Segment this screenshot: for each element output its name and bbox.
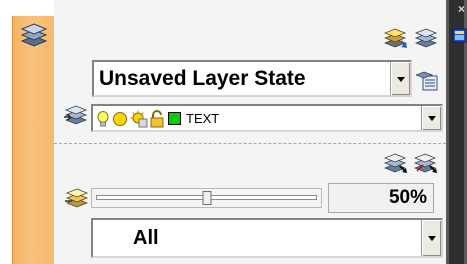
lightbulb-icon[interactable] [96,110,110,128]
current-layer-dropdown[interactable]: TEXT [91,104,443,132]
layer-filter-value: All [133,226,159,249]
lock-icon[interactable] [149,110,165,128]
layers-panel: × Unsaved Layer State TEXT 50% All [0,0,467,264]
unisolate-layer-icon[interactable] [414,152,438,174]
current-layer-name: TEXT [186,110,220,126]
current-layer-icon[interactable] [62,104,88,126]
layer-state-manager-icon[interactable] [384,27,408,49]
layer-fade-icon[interactable] [63,187,89,209]
layer-state-value: Unsaved Layer State [99,66,306,90]
layer-filter-dropdown[interactable]: All [91,218,443,258]
layer-properties-icon[interactable] [414,27,438,49]
isolate-layer-icon[interactable] [384,152,408,174]
restore-layer-state-icon[interactable] [416,70,440,92]
freeze-sun-icon[interactable] [112,111,128,127]
chevron-down-icon[interactable] [421,106,441,130]
layer-state-dropdown[interactable]: Unsaved Layer State [92,60,412,97]
chevron-down-icon[interactable] [390,62,410,95]
panel-title-strip[interactable] [12,16,55,264]
layer-stack-icon [20,23,48,47]
layer-fade-slider[interactable] [91,188,322,208]
viewport-freeze-icon[interactable] [130,110,148,128]
chevron-down-icon[interactable] [421,220,441,256]
fade-percent-field[interactable]: 50% [328,183,434,213]
properties-palette-icon[interactable] [452,28,467,43]
section-divider [54,143,446,144]
close-icon[interactable]: × [456,3,467,15]
slider-thumb[interactable] [202,191,211,205]
layer-color-swatch[interactable] [168,112,181,125]
